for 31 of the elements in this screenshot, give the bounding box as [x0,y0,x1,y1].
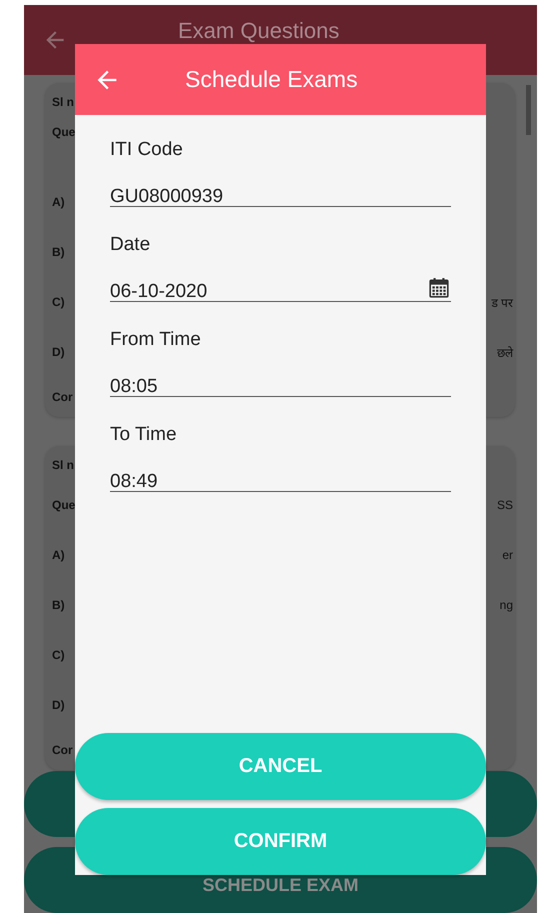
field-label: Sl n [52,458,74,472]
scrollbar[interactable] [526,85,531,135]
field-label: ITI Code [110,138,184,162]
field-value: ng [500,598,513,612]
input-field[interactable]: 08:49 [110,461,451,492]
field-label: C) [52,648,65,662]
field-label: A) [52,548,65,562]
field-value: छले [497,344,513,360]
field-label: A) [52,195,65,209]
field-label: Que [52,125,76,139]
dialog-title: Schedule Exams [185,66,358,93]
screen-title: Exam Questions [178,19,340,43]
field-label: To Time [110,423,178,447]
field-value: ड पर [492,294,513,310]
field-label: D) [52,345,65,359]
field-label: Sl n [52,95,74,109]
input-field[interactable]: GU08000939 [110,176,451,207]
field-label: C) [52,295,65,309]
input-field[interactable]: 06-10-2020 [110,271,451,302]
field-label: Cor [52,743,73,757]
field-label: B) [52,245,65,259]
field-label: Cor [52,390,73,404]
field-value: er [502,548,513,562]
field-label: Que [52,498,76,512]
field-label: D) [52,698,65,712]
field-label: B) [52,598,65,612]
input-field[interactable]: 08:05 [110,366,451,397]
field-label: From Time [110,328,202,352]
field-value: SS [496,498,513,512]
field-label: Date [110,233,152,257]
calendar-icon[interactable] [428,277,450,299]
